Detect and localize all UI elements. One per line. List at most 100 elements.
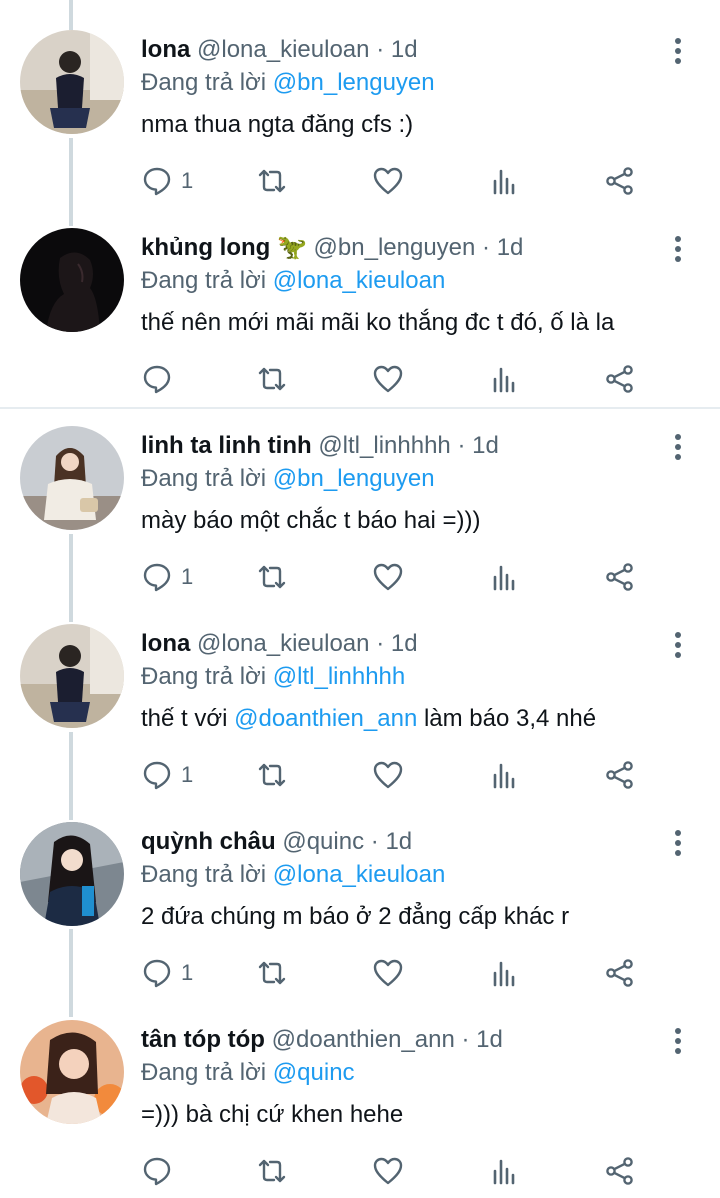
reply-button[interactable] — [141, 1153, 181, 1189]
avatar[interactable] — [20, 822, 124, 926]
tweet-header: lona @lona_kieuloan · 1d — [141, 33, 418, 67]
tweet[interactable]: linh ta linh tinh @ltl_linhhhh · 1d Đang… — [0, 396, 720, 593]
like-button[interactable] — [372, 757, 404, 793]
separator-dot: · — [370, 828, 379, 855]
analytics-icon — [493, 169, 515, 195]
display-name[interactable]: lona — [141, 36, 190, 63]
share-icon — [606, 167, 633, 195]
display-name[interactable]: quỳnh châu — [141, 828, 276, 855]
timestamp[interactable]: 1d — [472, 432, 499, 459]
reply-icon — [143, 959, 171, 988]
display-name[interactable]: linh ta linh tinh — [141, 432, 312, 459]
avatar[interactable] — [20, 426, 124, 530]
reply-mention-link[interactable]: @lona_kieuloan — [273, 861, 446, 888]
reply-icon — [143, 167, 171, 196]
analytics-icon — [493, 763, 515, 789]
replying-to: Đang trả lời @lona_kieuloan — [141, 858, 445, 892]
replying-to-label: Đang trả lời — [141, 861, 267, 888]
replying-to: Đang trả lời @quinc — [141, 1056, 355, 1090]
like-button[interactable] — [372, 559, 404, 595]
more-options-icon[interactable] — [666, 430, 690, 464]
tweet-text: nma thua ngta đăng cfs :) — [141, 111, 414, 138]
user-handle[interactable]: @lona_kieuloan — [197, 36, 370, 63]
timestamp[interactable]: 1d — [391, 36, 418, 63]
reply-mention-link[interactable]: @bn_lenguyen — [273, 69, 435, 96]
analytics-button[interactable] — [489, 757, 521, 793]
reply-button[interactable]: 1 — [141, 757, 193, 793]
more-options-icon[interactable] — [666, 34, 690, 68]
analytics-icon — [493, 367, 515, 393]
reply-button[interactable]: 1 — [141, 559, 193, 595]
tweet[interactable]: khủng long 🦖 @bn_lenguyen · 1d Đang trả … — [0, 198, 720, 395]
tweet[interactable]: tân tóp tóp @doanthien_ann · 1d Đang trả… — [0, 990, 720, 1187]
avatar[interactable] — [20, 624, 124, 728]
share-button[interactable] — [604, 1153, 636, 1189]
retweet-button[interactable] — [256, 559, 288, 595]
reply-mention-link[interactable]: @lona_kieuloan — [273, 267, 446, 294]
more-options-icon[interactable] — [666, 1024, 690, 1058]
share-button[interactable] — [604, 559, 636, 595]
timestamp[interactable]: 1d — [476, 1026, 503, 1053]
retweet-icon — [258, 169, 286, 193]
share-button[interactable] — [604, 163, 636, 199]
user-handle[interactable]: @lona_kieuloan — [197, 630, 370, 657]
reply-mention-link[interactable]: @ltl_linhhhh — [273, 663, 405, 690]
retweet-button[interactable] — [256, 163, 288, 199]
tweet-header: quỳnh châu @quinc · 1d — [141, 825, 412, 859]
display-name[interactable]: lona — [141, 630, 190, 657]
user-handle[interactable]: @bn_lenguyen — [314, 234, 476, 261]
replying-to: Đang trả lời @ltl_linhhhh — [141, 660, 405, 694]
replying-to: Đang trả lời @bn_lenguyen — [141, 462, 435, 496]
tweet-actions: 1 — [0, 955, 720, 991]
user-handle[interactable]: @doanthien_ann — [272, 1026, 455, 1053]
reply-button[interactable] — [141, 361, 181, 397]
timestamp[interactable]: 1d — [385, 828, 412, 855]
like-button[interactable] — [372, 361, 404, 397]
tweet-header: lona @lona_kieuloan · 1d — [141, 627, 418, 661]
retweet-button[interactable] — [256, 757, 288, 793]
user-handle[interactable]: @quinc — [282, 828, 364, 855]
share-button[interactable] — [604, 757, 636, 793]
analytics-button[interactable] — [489, 361, 521, 397]
timestamp[interactable]: 1d — [391, 630, 418, 657]
tweet[interactable]: lona @lona_kieuloan · 1d Đang trả lời @b… — [0, 0, 720, 197]
separator-dot: · — [461, 1026, 470, 1053]
display-name[interactable]: tân tóp tóp — [141, 1026, 265, 1053]
reply-count: 1 — [181, 564, 194, 589]
like-button[interactable] — [372, 1153, 404, 1189]
more-options-icon[interactable] — [666, 232, 690, 266]
reply-mention-link[interactable]: @bn_lenguyen — [273, 465, 435, 492]
analytics-button[interactable] — [489, 163, 521, 199]
avatar[interactable] — [20, 1020, 124, 1124]
more-options-icon[interactable] — [666, 826, 690, 860]
text-mention-link[interactable]: @doanthien_ann — [234, 705, 417, 732]
analytics-button[interactable] — [489, 559, 521, 595]
retweet-button[interactable] — [256, 361, 288, 397]
separator-dot: · — [457, 432, 466, 459]
share-button[interactable] — [604, 955, 636, 991]
replying-to-label: Đang trả lời — [141, 267, 267, 294]
reply-button[interactable]: 1 — [141, 163, 193, 199]
display-name[interactable]: khủng long 🦖 — [141, 234, 307, 261]
tweet-actions: 1 — [0, 757, 720, 793]
avatar[interactable] — [20, 228, 124, 332]
more-options-icon[interactable] — [666, 628, 690, 662]
analytics-button[interactable] — [489, 955, 521, 991]
user-handle[interactable]: @ltl_linhhhh — [318, 432, 450, 459]
reply-button[interactable]: 1 — [141, 955, 193, 991]
tweet-text-part: thế t với — [141, 705, 235, 732]
tweet-header: khủng long 🦖 @bn_lenguyen · 1d — [141, 231, 523, 265]
like-button[interactable] — [372, 955, 404, 991]
tweet[interactable]: quỳnh châu @quinc · 1d Đang trả lời @lon… — [0, 792, 720, 989]
share-button[interactable] — [604, 361, 636, 397]
tweet[interactable]: lona @lona_kieuloan · 1d Đang trả lời @l… — [0, 594, 720, 791]
retweet-button[interactable] — [256, 955, 288, 991]
heart-icon — [373, 761, 403, 789]
timestamp[interactable]: 1d — [497, 234, 524, 261]
like-button[interactable] — [372, 163, 404, 199]
analytics-button[interactable] — [489, 1153, 521, 1189]
avatar[interactable] — [20, 30, 124, 134]
retweet-button[interactable] — [256, 1153, 288, 1189]
reply-icon — [143, 563, 171, 592]
reply-mention-link[interactable]: @quinc — [273, 1059, 355, 1086]
